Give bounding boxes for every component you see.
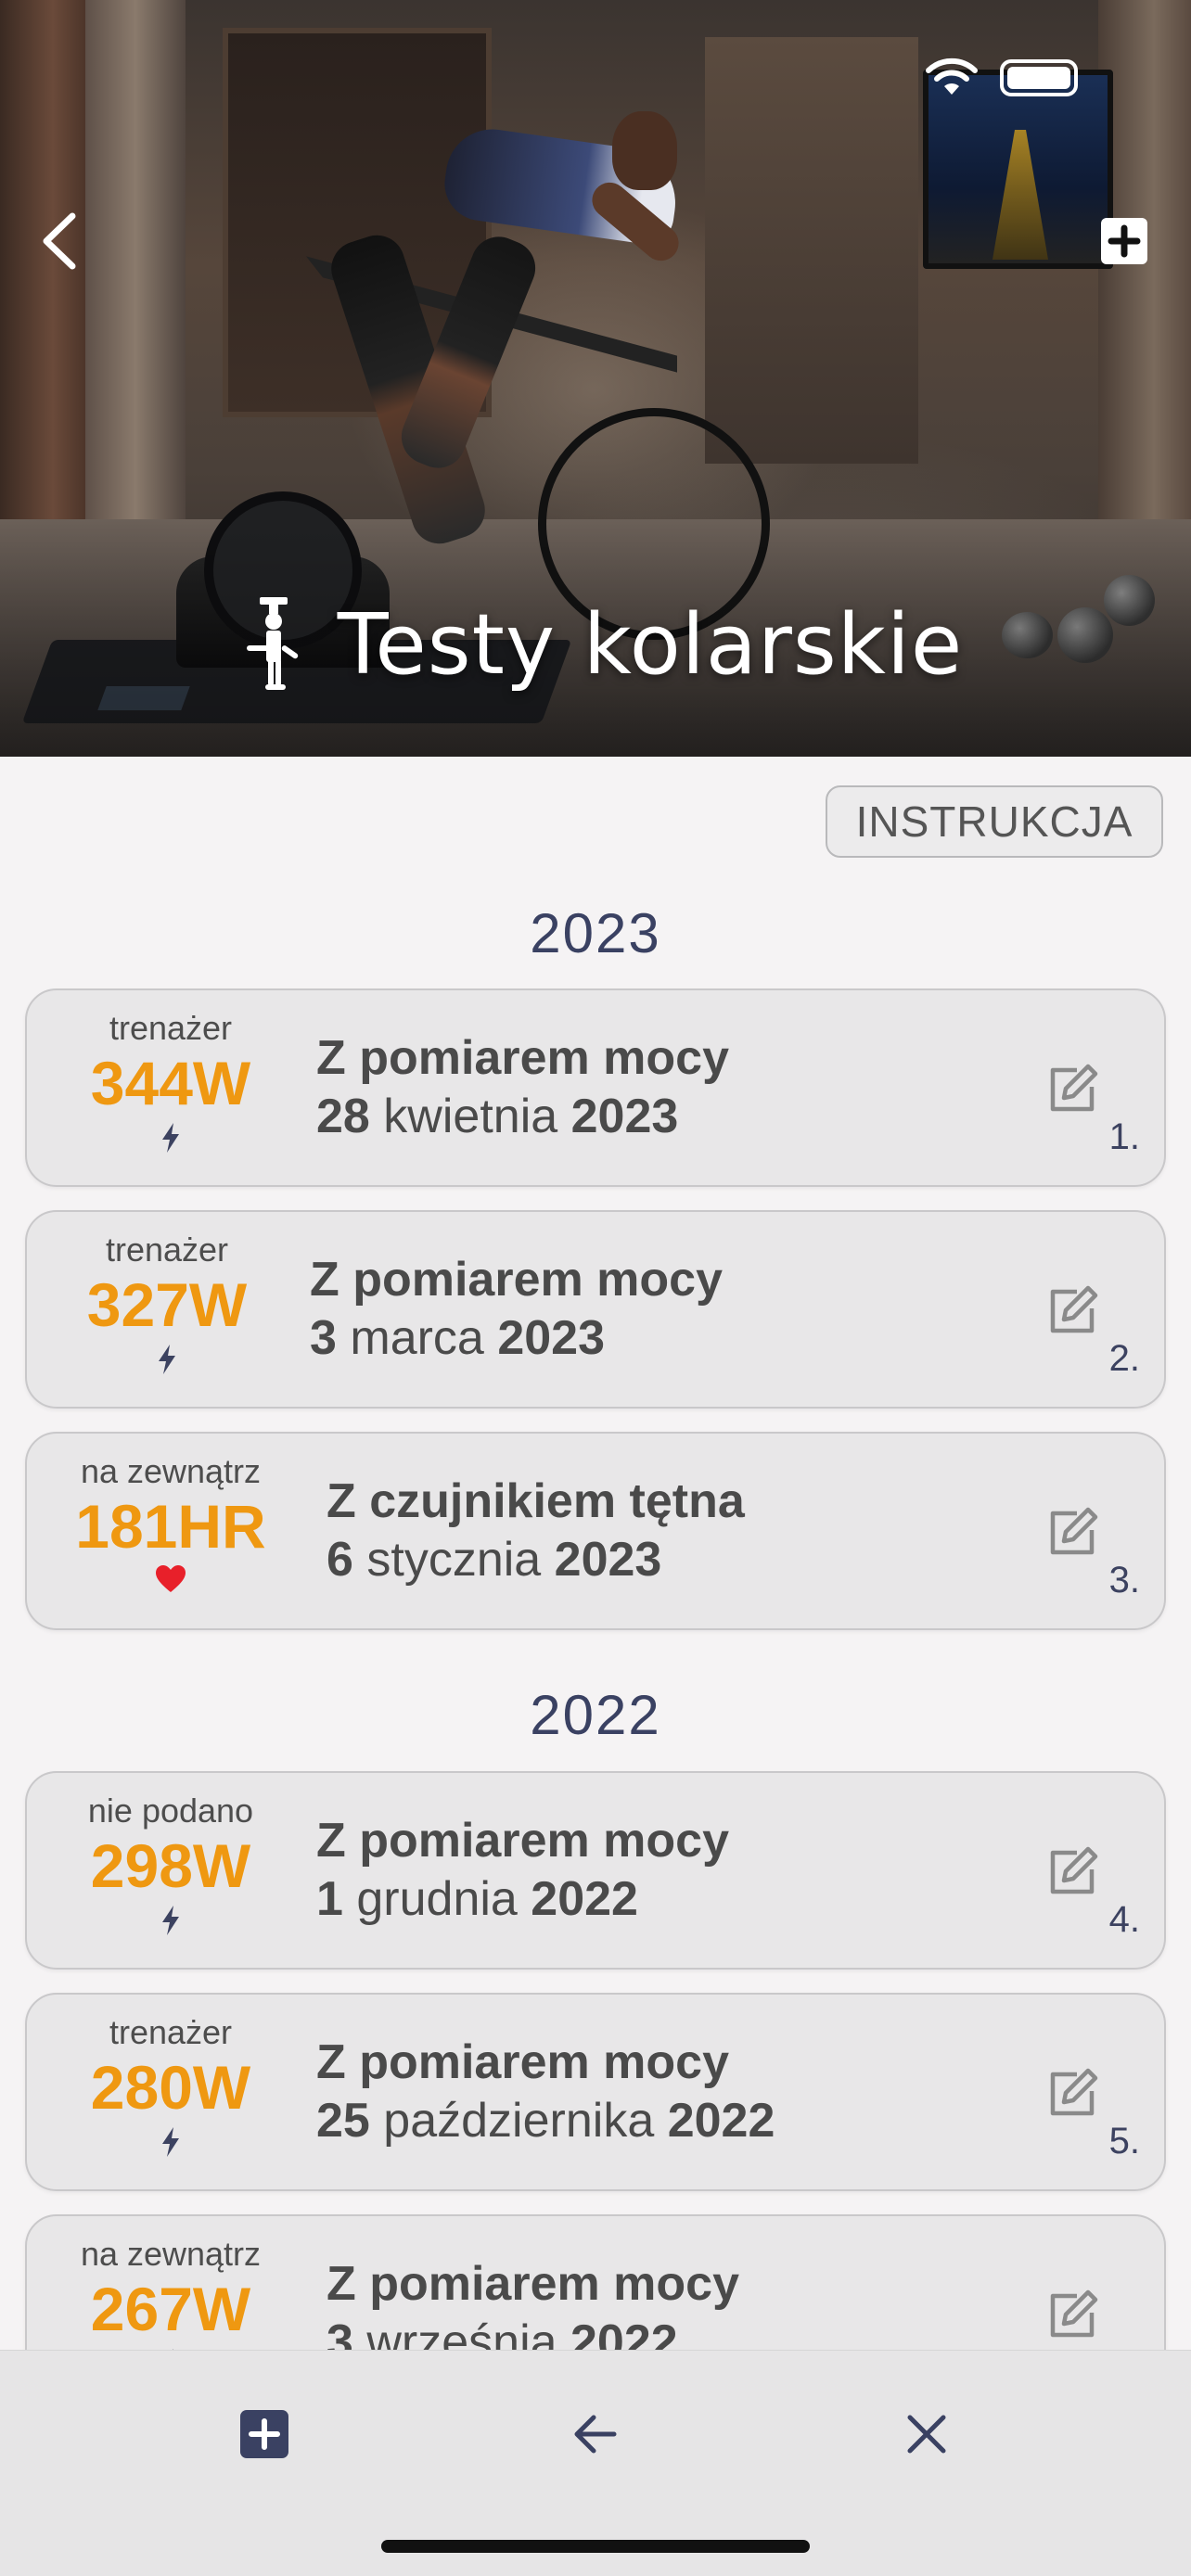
test-card[interactable]: trenażer 344W Z pomiarem mocy 28 kwietni… xyxy=(25,988,1166,1187)
cyclist-icon xyxy=(246,597,298,690)
test-type: Z pomiarem mocy xyxy=(316,1814,730,1868)
test-index: 4. xyxy=(1108,1899,1140,1940)
test-date: 1 grudnia 2022 xyxy=(316,1872,638,1926)
edit-icon[interactable] xyxy=(1045,1284,1099,1338)
page-title-text: Testy kolarskie xyxy=(337,595,964,694)
wifi-icon xyxy=(926,57,978,95)
battery-icon xyxy=(1000,59,1078,96)
test-type: Z pomiarem mocy xyxy=(327,2257,740,2311)
test-type: Z pomiarem mocy xyxy=(316,1031,730,1085)
test-index: 1. xyxy=(1108,1116,1140,1157)
toolbar-back-button[interactable] xyxy=(558,2397,633,2471)
test-index: 3. xyxy=(1108,1560,1140,1600)
edit-icon[interactable] xyxy=(1045,2289,1099,2342)
test-result-value: 344W xyxy=(90,1049,251,1117)
test-card[interactable]: nie podano 298W Z pomiarem mocy 1 grudni… xyxy=(25,1771,1166,1970)
page-title: Testy kolarskie xyxy=(0,593,1191,695)
test-date: 3 marca 2023 xyxy=(310,1311,605,1365)
test-index: 5. xyxy=(1108,2121,1140,2162)
instructions-button[interactable]: INSTRUKCJA xyxy=(826,785,1163,858)
test-index: 2. xyxy=(1108,1338,1140,1379)
toolbar-close-button[interactable] xyxy=(890,2397,964,2471)
test-location: na zewnątrz xyxy=(80,1452,262,1490)
chevron-left-icon xyxy=(43,212,76,270)
add-test-button[interactable] xyxy=(1099,216,1149,266)
toolbar-add-button[interactable] xyxy=(227,2397,301,2471)
close-icon xyxy=(907,2415,946,2454)
bolt-icon xyxy=(162,2127,179,2157)
edit-icon[interactable] xyxy=(1045,2067,1099,2121)
test-location: trenażer xyxy=(109,1009,233,1047)
edit-icon[interactable] xyxy=(1045,1063,1099,1116)
test-card[interactable]: trenażer 327W Z pomiarem mocy 3 marca 20… xyxy=(25,1210,1166,1409)
test-result-value: 267W xyxy=(90,2275,251,2343)
test-result-value: 280W xyxy=(90,2053,251,2122)
bolt-icon xyxy=(162,1123,179,1153)
test-result-value: 298W xyxy=(90,1831,251,1900)
home-indicator xyxy=(381,2540,810,2553)
plus-square-icon xyxy=(240,2410,288,2458)
test-location: na zewnątrz xyxy=(80,2235,262,2273)
year-heading: 2023 xyxy=(530,902,661,964)
bolt-icon xyxy=(159,1345,175,1374)
test-card[interactable]: na zewnątrz 181HR Z czujnikiem tętna 6 s… xyxy=(25,1432,1166,1630)
arrow-left-icon xyxy=(574,2415,617,2454)
heart-icon xyxy=(156,1565,186,1592)
test-location: trenażer xyxy=(109,2013,233,2051)
year-heading: 2022 xyxy=(530,1684,661,1746)
test-type: Z czujnikiem tętna xyxy=(327,1474,745,1528)
test-date: 6 stycznia 2023 xyxy=(327,1533,662,1587)
test-result-value: 327W xyxy=(86,1270,248,1339)
test-location: nie podano xyxy=(87,1792,254,1830)
bottom-toolbar xyxy=(0,2350,1191,2576)
plus-square-icon xyxy=(1101,218,1147,264)
back-button[interactable] xyxy=(37,209,83,274)
bolt-icon xyxy=(162,1906,179,1935)
edit-icon[interactable] xyxy=(1045,1845,1099,1899)
test-location: trenażer xyxy=(105,1231,229,1269)
test-date: 28 kwietnia 2023 xyxy=(316,1090,679,1143)
test-date: 25 października 2022 xyxy=(316,2094,775,2148)
test-type: Z pomiarem mocy xyxy=(316,2035,730,2089)
test-card[interactable]: trenażer 280W Z pomiarem mocy 25 paździe… xyxy=(25,1993,1166,2191)
status-bar xyxy=(924,57,1078,98)
test-result-value: 181HR xyxy=(75,1492,266,1561)
test-type: Z pomiarem mocy xyxy=(310,1253,724,1307)
edit-icon[interactable] xyxy=(1045,1506,1099,1560)
